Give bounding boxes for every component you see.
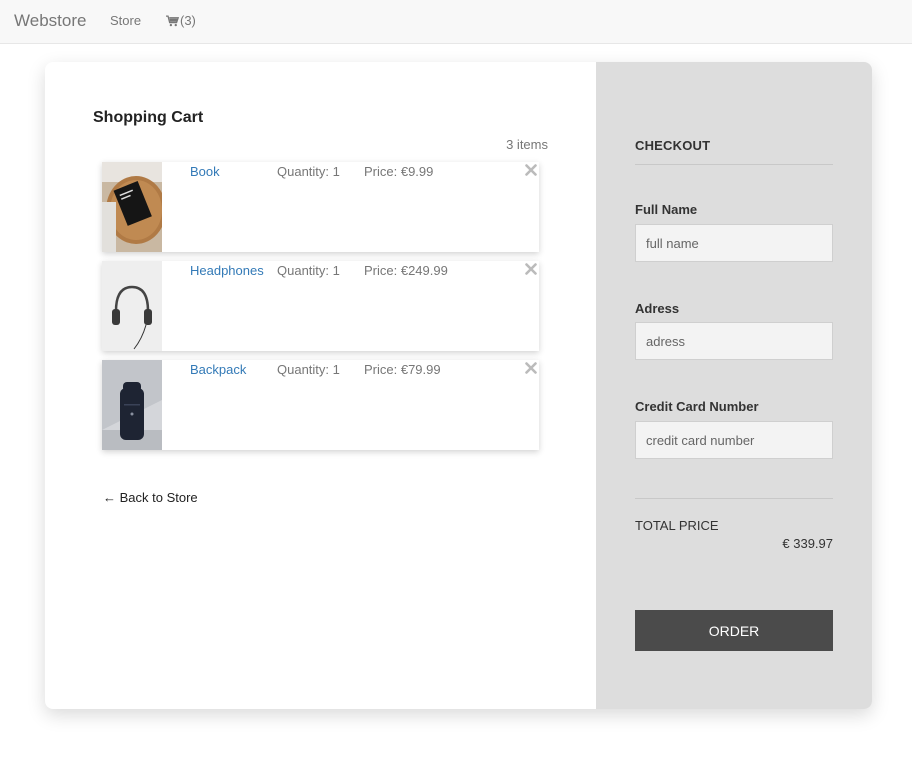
total-price-value: € 339.97	[782, 536, 833, 551]
remove-item-button[interactable]	[523, 261, 539, 277]
order-button[interactable]: ORDER	[635, 610, 833, 651]
cart-item: Headphones Quantity: 1 Price: €249.99	[102, 261, 539, 351]
credit-card-label: Credit Card Number	[635, 399, 759, 414]
book-photo	[102, 162, 162, 252]
credit-card-input[interactable]	[635, 421, 833, 459]
checkout-title: CHECKOUT	[635, 138, 711, 153]
backpack-photo	[102, 360, 162, 450]
remove-item-button[interactable]	[523, 360, 539, 376]
item-quantity: Quantity: 1	[277, 164, 340, 179]
cart-item-count: 3 items	[506, 137, 548, 152]
navbar: Webstore Store (3)	[0, 0, 912, 44]
item-quantity: Quantity: 1	[277, 263, 340, 278]
item-price: Price: €249.99	[364, 263, 448, 278]
item-price: Price: €9.99	[364, 164, 434, 179]
nav-store-link[interactable]: Store	[110, 13, 141, 28]
cart-item: Book Quantity: 1 Price: €9.99	[102, 162, 539, 252]
full-name-label: Full Name	[635, 202, 698, 217]
divider	[635, 164, 833, 165]
close-icon	[525, 263, 537, 275]
total-price-label: TOTAL PRICE	[635, 518, 719, 533]
cart-card: Shopping Cart 3 items Book Quantity: 1 P…	[45, 62, 872, 709]
headphones-photo	[102, 261, 162, 351]
cart-item: Backpack Quantity: 1 Price: €79.99	[102, 360, 539, 450]
nav-cart-link[interactable]: (3)	[166, 13, 196, 28]
checkout-panel: CHECKOUT Full Name Adress Credit Card Nu…	[596, 62, 872, 709]
item-name-link[interactable]: Backpack	[190, 362, 246, 377]
item-price: Price: €79.99	[364, 362, 441, 377]
item-name-link[interactable]: Book	[190, 164, 220, 179]
cart-panel: Shopping Cart 3 items Book Quantity: 1 P…	[45, 62, 596, 709]
address-label: Adress	[635, 301, 680, 316]
divider	[635, 498, 833, 499]
back-to-store-link[interactable]: ← Back to Store	[103, 490, 198, 505]
brand-link[interactable]: Webstore	[14, 11, 86, 31]
close-icon	[525, 362, 537, 374]
cart-title: Shopping Cart	[93, 109, 204, 126]
address-input[interactable]	[635, 322, 833, 360]
cart-count-badge: (3)	[180, 13, 196, 28]
shopping-cart-icon	[166, 14, 179, 26]
item-name-link[interactable]: Headphones	[190, 263, 264, 278]
close-icon	[525, 164, 537, 176]
item-quantity: Quantity: 1	[277, 362, 340, 377]
remove-item-button[interactable]	[523, 162, 539, 178]
full-name-input[interactable]	[635, 224, 833, 262]
